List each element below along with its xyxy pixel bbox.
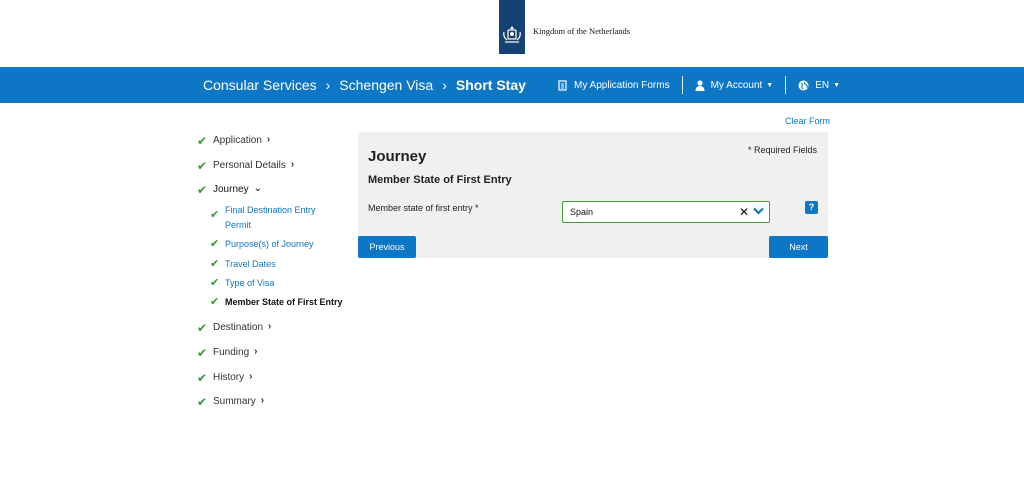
top-nav-bar: Consular Services › Schengen Visa › Shor… [0, 67, 1024, 103]
nav-divider [785, 76, 787, 94]
step-label: Journey [213, 184, 249, 195]
nav-actions: My Application Forms My Account ▼ EN ▼ [558, 67, 840, 103]
checkmark-icon: ✔ [197, 183, 208, 197]
sidebar-step-funding[interactable]: ✔ Funding › [197, 346, 257, 360]
chevron-down-icon[interactable] [753, 207, 764, 215]
sidebar-step-journey[interactable]: ✔ Journey ⌄ [197, 183, 262, 197]
step-label: Purpose(s) of Journey [225, 239, 314, 249]
language-menu[interactable]: EN ▼ [798, 80, 840, 91]
step-label: Travel Dates [225, 259, 276, 269]
checkmark-icon: ✔ [197, 321, 208, 335]
site-header: Kingdom of the Netherlands [0, 0, 1024, 67]
help-icon[interactable]: ? [805, 201, 818, 214]
step-label-line: Permit [225, 220, 252, 230]
my-application-forms-label: My Application Forms [574, 79, 670, 91]
caret-down-icon: ▼ [833, 81, 841, 89]
netherlands-logo[interactable] [499, 0, 525, 54]
step-label-line: Final Destination Entry [225, 205, 316, 215]
checkmark-icon: ✔ [197, 159, 208, 173]
checkmark-icon: ✔ [210, 209, 220, 221]
checkmark-icon: ✔ [210, 277, 220, 289]
member-state-select[interactable]: Spain ✕ [562, 201, 770, 223]
breadcrumb-separator-icon: › [442, 77, 447, 93]
checkmark-icon: ✔ [210, 238, 220, 250]
breadcrumb: Consular Services › Schengen Visa › Shor… [203, 67, 526, 103]
sidebar-step-personal-details[interactable]: ✔ Personal Details › [197, 159, 294, 173]
language-label: EN [815, 79, 830, 91]
sidebar-substep-purpose[interactable]: ✔ Purpose(s) of Journey [210, 237, 314, 252]
globe-icon [798, 80, 809, 90]
step-label: Final Destination Entry Permit [225, 203, 316, 233]
breadcrumb-short-stay: Short Stay [455, 77, 526, 93]
chevron-right-icon: › [290, 159, 295, 170]
step-label: Type of Visa [225, 278, 275, 288]
step-label: Application [213, 135, 262, 146]
my-application-forms-link[interactable]: My Application Forms [558, 80, 670, 91]
step-label: Personal Details [213, 160, 286, 171]
caret-down-icon: ▼ [766, 81, 774, 89]
step-label: Summary [213, 396, 256, 407]
sidebar-step-destination[interactable]: ✔ Destination › [197, 321, 271, 335]
coat-of-arms-icon [503, 26, 521, 43]
nav-divider [681, 76, 683, 94]
checkmark-icon: ✔ [197, 371, 208, 385]
previous-button[interactable]: Previous [358, 236, 416, 258]
step-label: Member State of First Entry [225, 297, 343, 307]
sidebar-step-history[interactable]: ✔ History › [197, 371, 252, 385]
document-icon [558, 79, 567, 91]
chevron-right-icon: › [268, 321, 272, 332]
sidebar-substep-final-destination[interactable]: ✔ Final Destination Entry Permit [210, 203, 360, 233]
step-label: History [213, 372, 245, 383]
checkmark-icon: ✔ [210, 296, 220, 308]
member-state-selected-value: Spain [570, 207, 594, 217]
sidebar-substep-member-state[interactable]: ✔ Member State of First Entry [210, 295, 343, 310]
step-label: Funding [213, 347, 250, 358]
chevron-right-icon: › [254, 346, 258, 357]
checkmark-icon: ✔ [197, 134, 208, 148]
chevron-right-icon: › [260, 395, 265, 406]
step-label: Destination [213, 322, 264, 333]
checkmark-icon: ✔ [210, 258, 220, 270]
checkmark-icon: ✔ [197, 395, 208, 409]
sidebar-step-summary[interactable]: ✔ Summary › [197, 395, 264, 409]
chevron-right-icon: › [249, 371, 253, 382]
clear-form-link[interactable]: Clear Form [785, 116, 830, 126]
breadcrumb-schengen-visa[interactable]: Schengen Visa [339, 77, 433, 93]
required-fields-note: * Required Fields [747, 145, 817, 155]
chevron-down-icon: ⌄ [253, 183, 262, 194]
sidebar-substep-type-of-visa[interactable]: ✔ Type of Visa [210, 276, 274, 291]
next-button[interactable]: Next [769, 236, 828, 258]
breadcrumb-separator-icon: › [325, 77, 331, 93]
sidebar-step-application[interactable]: ✔ Application › [197, 134, 270, 148]
page-title: Journey [368, 148, 427, 165]
breadcrumb-consular-services[interactable]: Consular Services [203, 77, 317, 93]
chevron-right-icon: › [266, 134, 271, 145]
form-panel: Journey * Required Fields Member State o… [358, 132, 828, 258]
member-state-label: Member state of first entry * [368, 203, 479, 213]
sidebar-substep-travel-dates[interactable]: ✔ Travel Dates [210, 257, 276, 272]
my-account-menu[interactable]: My Account ▼ [695, 79, 774, 91]
user-icon [695, 79, 705, 91]
my-account-label: My Account [710, 79, 763, 91]
logo-text: Kingdom of the Netherlands [533, 26, 631, 36]
section-subtitle: Member State of First Entry [368, 174, 512, 186]
checkmark-icon: ✔ [197, 346, 208, 360]
clear-selection-icon[interactable]: ✕ [739, 205, 749, 219]
